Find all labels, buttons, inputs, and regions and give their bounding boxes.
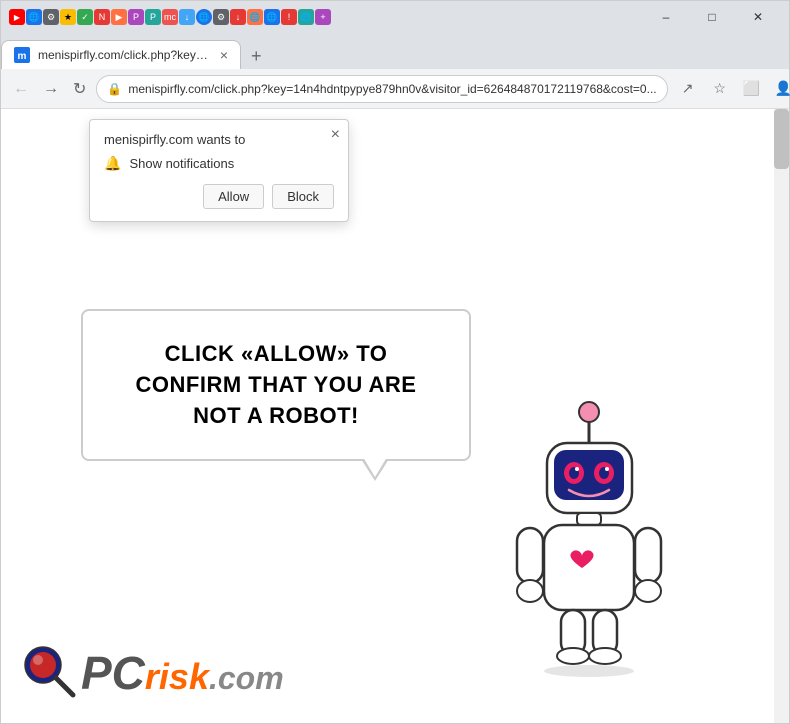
notification-popup: × menispirfly.com wants to 🔔 Show notifi…	[89, 119, 349, 222]
ext-icon-11[interactable]: ↓	[230, 9, 246, 25]
address-text: menispirfly.com/click.php?key=14n4hdntpy…	[128, 82, 656, 96]
window-controls: – □ ✕	[643, 1, 781, 33]
allow-button[interactable]: Allow	[203, 184, 264, 209]
new-tab-button[interactable]: +	[245, 44, 268, 69]
bell-icon: 🔔	[104, 155, 121, 172]
speech-bubble: CLICK «ALLOW» TO CONFIRM THAT YOU ARE NO…	[81, 309, 471, 461]
svg-text:m: m	[18, 51, 27, 62]
ext-icon-7[interactable]: mc	[162, 9, 178, 25]
tab-close-button[interactable]: ×	[220, 47, 228, 63]
ext-icon-4[interactable]: ▶	[111, 9, 127, 25]
ext-icon-6[interactable]: P	[145, 9, 161, 25]
close-button[interactable]: ✕	[735, 1, 781, 33]
toolbar-icons: ↗ ☆ ⬜ 👤 ⋮	[674, 75, 790, 103]
ext-icon-12[interactable]: 🌐	[247, 9, 263, 25]
ext-icon-16[interactable]: +	[315, 9, 331, 25]
toolbar: ← → ↻ 🔒 menispirfly.com/click.php?key=14…	[1, 69, 789, 109]
back-button[interactable]: ←	[9, 75, 33, 103]
ext-icon-15[interactable]: 🌐	[298, 9, 314, 25]
bookmark-button[interactable]: ☆	[706, 75, 734, 103]
forward-button[interactable]: →	[39, 75, 63, 103]
tab-favicon: m	[14, 47, 30, 63]
maximize-button[interactable]: □	[689, 1, 735, 33]
profile-button[interactable]: 👤	[770, 75, 790, 103]
tabs-row: m menispirfly.com/click.php?key=14n4h...…	[1, 33, 789, 69]
ext-icon-3[interactable]: N	[94, 9, 110, 25]
ext-icon-9[interactable]: 🌐	[196, 9, 212, 25]
ext-icon-14[interactable]: !	[281, 9, 297, 25]
chromecast-button[interactable]: ⬜	[738, 75, 766, 103]
scrollbar-thumb[interactable]	[774, 109, 789, 169]
scrollbar[interactable]	[774, 109, 789, 723]
bubble-text: CLICK «ALLOW» TO CONFIRM THAT YOU ARE NO…	[136, 341, 417, 428]
globe-icon[interactable]: 🌐	[26, 9, 42, 25]
block-button[interactable]: Block	[272, 184, 334, 209]
extension-icons: ▶ 🌐 ⚙ ★ ✓ N	[9, 9, 331, 25]
active-tab[interactable]: m menispirfly.com/click.php?key=14n4h...…	[1, 40, 241, 69]
com-text: .com	[209, 660, 284, 696]
pc-text: PC	[81, 647, 145, 699]
popup-title: menispirfly.com wants to	[104, 132, 334, 147]
minimize-button[interactable]: –	[643, 1, 689, 33]
ext-icon-8[interactable]: ↓	[179, 9, 195, 25]
share-button[interactable]: ↗	[674, 75, 702, 103]
refresh-button[interactable]: ↻	[69, 75, 90, 103]
ext-icon-13[interactable]: 🌐	[264, 9, 280, 25]
popup-buttons: Allow Block	[104, 184, 334, 209]
page-content: × menispirfly.com wants to 🔔 Show notifi…	[1, 109, 789, 723]
robot-illustration	[489, 398, 689, 678]
robot-container	[489, 398, 709, 683]
notification-label: Show notifications	[129, 156, 234, 171]
address-bar[interactable]: 🔒 menispirfly.com/click.php?key=14n4hdnt…	[96, 75, 667, 103]
chrome-top: ▶ 🌐 ⚙ ★ ✓ N	[1, 1, 789, 69]
pcrisk-logo-icon	[21, 643, 81, 703]
tab-title: menispirfly.com/click.php?key=14n4h...	[38, 48, 212, 62]
speech-bubble-container: CLICK «ALLOW» TO CONFIRM THAT YOU ARE NO…	[81, 309, 471, 461]
ext-icon-10[interactable]: ⚙	[213, 9, 229, 25]
ext-icon-1[interactable]: ★	[60, 9, 76, 25]
logo-container: PCrisk.com	[21, 643, 284, 703]
lock-icon: 🔒	[107, 82, 122, 96]
popup-close-button[interactable]: ×	[331, 126, 340, 144]
pcrisk-logo-text: PCrisk.com	[81, 646, 284, 700]
browser-window: ▶ 🌐 ⚙ ★ ✓ N	[0, 0, 790, 724]
settings-icon[interactable]: ⚙	[43, 9, 59, 25]
risk-text: risk	[145, 656, 209, 697]
youtube-icon[interactable]: ▶	[9, 9, 25, 25]
ext-icon-2[interactable]: ✓	[77, 9, 93, 25]
popup-notification-item: 🔔 Show notifications	[104, 155, 334, 172]
ext-icon-5[interactable]: P	[128, 9, 144, 25]
icon-bar: ▶ 🌐 ⚙ ★ ✓ N	[1, 1, 789, 33]
